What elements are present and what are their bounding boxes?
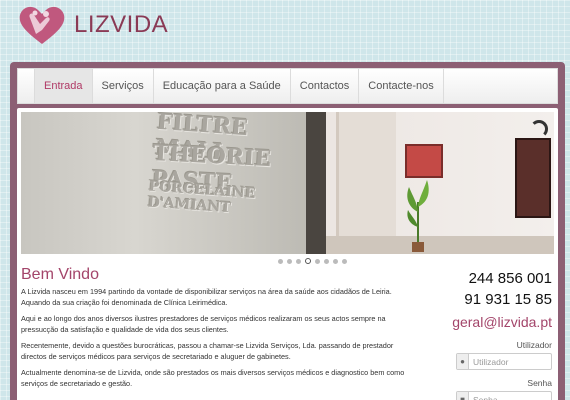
user-icon: ● bbox=[457, 354, 469, 369]
slide-painting bbox=[515, 138, 551, 218]
slider-dot[interactable] bbox=[342, 259, 347, 264]
slide-jar-engraving: FILTRE MALL THEORIE PASTE PORCELAINE D'A… bbox=[146, 112, 306, 252]
slide-doorway bbox=[336, 112, 396, 254]
lock-icon: ■ bbox=[457, 392, 469, 400]
password-input[interactable] bbox=[469, 392, 549, 400]
nav-item-entrada[interactable]: Entrada bbox=[34, 69, 93, 103]
password-field[interactable]: ■ bbox=[456, 391, 552, 400]
main-frame: Entrada Serviços Educação para a Saúde C… bbox=[10, 62, 565, 400]
plant-image bbox=[407, 180, 429, 252]
article-paragraph: A Lizvida nasceu em 1994 partindo da von… bbox=[21, 287, 392, 307]
slider-pagination bbox=[17, 258, 558, 264]
article-paragraph: Recentemente, devido a questões burocrát… bbox=[21, 341, 394, 361]
phone-number[interactable]: 244 856 001 bbox=[432, 268, 552, 289]
slide-floor bbox=[326, 236, 554, 254]
article-paragraph: Actualmente denomina-se de Lizvida, onde… bbox=[21, 368, 405, 388]
username-field[interactable]: ● bbox=[456, 353, 552, 370]
nav-item-educacao[interactable]: Educação para a Saúde bbox=[154, 69, 291, 103]
heart-logo-icon bbox=[19, 6, 65, 45]
slider-dot[interactable] bbox=[333, 259, 338, 264]
main-nav: Entrada Serviços Educação para a Saúde C… bbox=[17, 68, 558, 104]
contact-sidebar: 244 856 001 91 931 15 85 geral@lizvida.p… bbox=[432, 268, 552, 400]
brand-name: LIZVIDA bbox=[74, 11, 169, 38]
article-paragraph: Aqui e ao longo dos anos diversos ilustr… bbox=[21, 314, 386, 334]
slider-dot[interactable] bbox=[315, 259, 320, 264]
slider-dot[interactable] bbox=[287, 259, 292, 264]
password-label: Senha bbox=[527, 378, 552, 388]
slider-dot[interactable] bbox=[278, 259, 283, 264]
nav-item-contactos[interactable]: Contactos bbox=[291, 69, 360, 103]
content-area: FILTRE MALL THEORIE PASTE PORCELAINE D'A… bbox=[17, 108, 558, 400]
nav-item-servicos[interactable]: Serviços bbox=[93, 69, 154, 103]
email-link[interactable]: geral@lizvida.pt bbox=[432, 312, 552, 332]
slider-dot[interactable] bbox=[324, 259, 329, 264]
username-label: Utilizador bbox=[516, 340, 552, 350]
welcome-article: Bem Vindo A Lizvida nasceu em 1994 parti… bbox=[21, 266, 411, 395]
username-input[interactable] bbox=[469, 354, 549, 369]
nav-item-contacte-nos[interactable]: Contacte-nos bbox=[359, 69, 444, 103]
loading-spinner-icon bbox=[530, 120, 548, 138]
slider-dot[interactable] bbox=[305, 258, 311, 264]
site-logo[interactable]: LIZVIDA bbox=[16, 4, 168, 46]
slide-door bbox=[306, 112, 326, 254]
image-slider[interactable]: FILTRE MALL THEORIE PASTE PORCELAINE D'A… bbox=[21, 112, 554, 254]
slider-dot[interactable] bbox=[296, 259, 301, 264]
article-title: Bem Vindo bbox=[21, 266, 99, 283]
mobile-number[interactable]: 91 931 15 85 bbox=[432, 289, 552, 310]
